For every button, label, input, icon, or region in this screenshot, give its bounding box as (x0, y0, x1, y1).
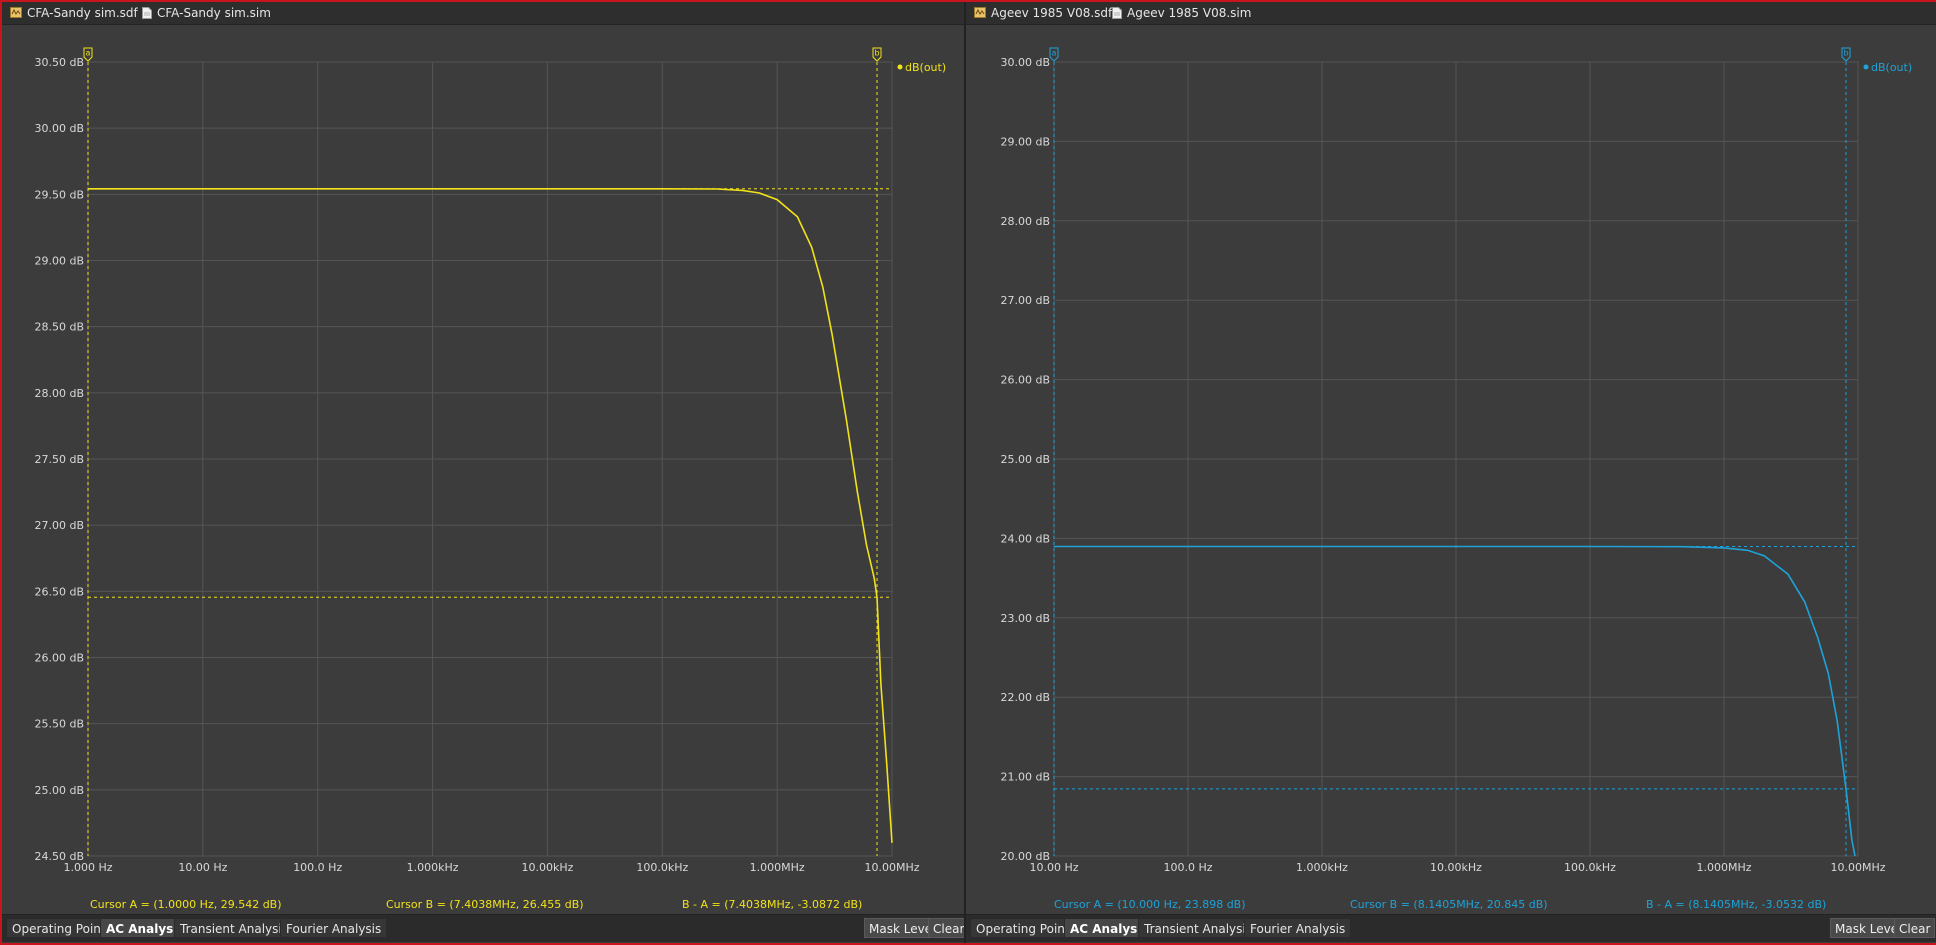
x-tick-label: 10.00 Hz (1029, 861, 1078, 874)
legend-marker (1863, 64, 1869, 70)
x-tick-label: 1.000MHz (1696, 861, 1751, 874)
y-tick-label: 22.00 dB (1000, 691, 1050, 704)
right-ac-plot[interactable]: 30.00 dB 29.00 dB 28.00 dB 27.00 dB 26.00 dB… (966, 24, 1936, 898)
right-sim-doc-label: Ageev 1985 V08.sim (1127, 6, 1252, 20)
y-tick-label: 29.50 dB (34, 188, 84, 201)
right-schematic-doc-tab[interactable]: Ageev 1985 V08.sdf * (974, 2, 1122, 24)
cursor-b-handle-label: b (874, 49, 879, 58)
left-cursor-b-readout: Cursor B = (7.4038MHz, 26.455 dB) (386, 898, 584, 911)
y-tick-label: 28.00 dB (34, 387, 84, 400)
y-tick-label: 28.50 dB (34, 321, 84, 334)
left-schematic-doc-tab[interactable]: CFA-Sandy sim.sdf * (10, 2, 148, 24)
right-cursor-b-readout: Cursor B = (8.1405MHz, 20.845 dB) (1350, 898, 1548, 911)
schematic-sheet-icon (10, 7, 22, 18)
right-simulation-pane: Ageev 1985 V08.sdf * Ageev 1985 V08.sim … (966, 2, 1936, 943)
y-tick-label: 28.00 dB (1000, 215, 1050, 228)
left-clear-button[interactable]: Clear (928, 918, 964, 938)
legend-label: dB(out) (1871, 61, 1912, 74)
y-tick-label: 25.50 dB (34, 718, 84, 731)
x-tick-label: 1.000MHz (750, 861, 805, 874)
y-tick-label: 26.00 dB (1000, 374, 1050, 387)
left-document-tabs: CFA-Sandy sim.sdf * CFA-Sandy sim.sim (2, 2, 964, 25)
left-ac-plot[interactable]: 30.50 dB 30.00 dB 29.50 dB 29.00 dB 28.50 dB… (2, 24, 964, 898)
x-tick-label: 100.0 Hz (293, 861, 342, 874)
y-tick-label: 27.00 dB (1000, 294, 1050, 307)
left-sim-doc-label: CFA-Sandy sim.sim (157, 6, 271, 20)
x-tick-label: 100.0kHz (1564, 861, 1616, 874)
series-line-dB-out[interactable] (88, 188, 893, 843)
x-tick-label: 1.000kHz (407, 861, 459, 874)
x-tick-label: 10.00MHz (1830, 861, 1885, 874)
left-tab-operating-point[interactable]: Operating Point (6, 918, 112, 938)
right-sim-doc-tab[interactable]: Ageev 1985 V08.sim (1112, 2, 1251, 24)
x-tick-label: 1.000 Hz (63, 861, 112, 874)
x-tick-label: 10.00kHz (521, 861, 573, 874)
left-cursor-diff-readout: B - A = (7.4038MHz, -3.0872 dB) (682, 898, 863, 911)
left-cursor-a-readout: Cursor A = (1.0000 Hz, 29.542 dB) (90, 898, 282, 911)
right-cursor-diff-readout: B - A = (8.1405MHz, -3.0532 dB) (1646, 898, 1827, 911)
right-schematic-doc-label: Ageev 1985 V08.sdf * (991, 6, 1123, 20)
y-tick-label: 27.50 dB (34, 453, 84, 466)
x-tick-label: 10.00 Hz (178, 861, 227, 874)
left-tab-fourier-analysis[interactable]: Fourier Analysis (280, 918, 388, 938)
left-analysis-tabs: Operating Point AC Analysis Transient An… (2, 914, 964, 942)
left-schematic-doc-label: CFA-Sandy sim.sdf * (27, 6, 148, 20)
y-tick-label: 25.00 dB (1000, 453, 1050, 466)
y-tick-label: 21.00 dB (1000, 771, 1050, 784)
x-tick-label: 10.00kHz (1430, 861, 1482, 874)
y-tick-label: 30.50 dB (34, 56, 84, 69)
application-window: CFA-Sandy sim.sdf * CFA-Sandy sim.sim 30… (0, 0, 1936, 945)
x-tick-label: 100.0 Hz (1163, 861, 1212, 874)
y-tick-label: 26.50 dB (34, 585, 84, 598)
y-tick-label: 24.00 dB (1000, 532, 1050, 545)
x-tick-label: 100.0kHz (636, 861, 688, 874)
right-clear-button[interactable]: Clear (1894, 918, 1936, 938)
sim-file-icon (142, 6, 152, 19)
schematic-sheet-icon (974, 7, 986, 18)
right-tab-fourier-analysis[interactable]: Fourier Analysis (1244, 918, 1352, 938)
y-tick-label: 27.00 dB (34, 519, 84, 532)
right-cursor-a-readout: Cursor A = (10.000 Hz, 23.898 dB) (1054, 898, 1246, 911)
cursor-a-handle-label: a (1052, 49, 1057, 58)
y-tick-label: 23.00 dB (1000, 612, 1050, 625)
right-document-tabs: Ageev 1985 V08.sdf * Ageev 1985 V08.sim (966, 2, 1936, 25)
y-tick-label: 26.00 dB (34, 652, 84, 665)
y-tick-label: 29.00 dB (34, 255, 84, 268)
right-tab-transient-analysis[interactable]: Transient Analysis (1138, 918, 1258, 938)
right-tab-operating-point[interactable]: Operating Point (970, 918, 1076, 938)
right-analysis-tabs: Operating Point AC Analysis Transient An… (966, 914, 1936, 942)
series-line-dB-out[interactable] (1054, 545, 1856, 857)
y-tick-label: 29.00 dB (1000, 135, 1050, 148)
y-tick-label: 30.00 dB (34, 122, 84, 135)
y-tick-label: 25.00 dB (34, 784, 84, 797)
left-sim-doc-tab[interactable]: CFA-Sandy sim.sim (142, 2, 271, 24)
cursor-b-handle-label: b (1843, 49, 1848, 58)
cursor-a-handle-label: a (86, 49, 91, 58)
left-tab-transient-analysis[interactable]: Transient Analysis (174, 918, 294, 938)
x-tick-label: 10.00MHz (864, 861, 919, 874)
legend-label: dB(out) (905, 61, 946, 74)
x-tick-label: 1.000kHz (1296, 861, 1348, 874)
y-tick-label: 30.00 dB (1000, 56, 1050, 69)
left-simulation-pane: CFA-Sandy sim.sdf * CFA-Sandy sim.sim 30… (2, 2, 964, 943)
legend-marker (897, 64, 903, 70)
sim-file-icon (1112, 6, 1122, 19)
